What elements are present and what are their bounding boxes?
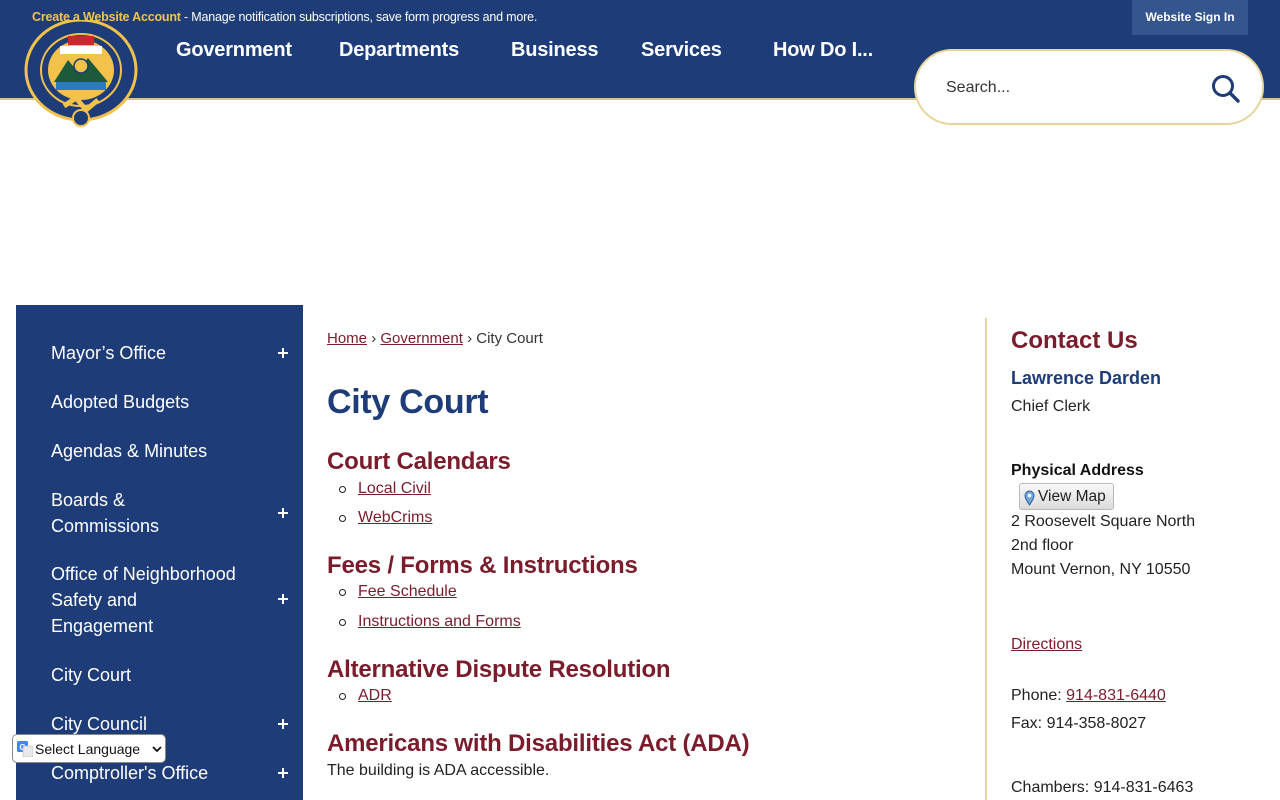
link-instructions-forms[interactable]: Instructions and Forms — [358, 613, 521, 631]
page-title: City Court — [327, 383, 489, 421]
sidebar-item-agendas-minutes[interactable]: Agendas & Minutes — [16, 438, 303, 464]
sidebar-item-label: Agendas & Minutes — [51, 441, 208, 461]
notification-bar: Create a Website Account - Manage notifi… — [0, 0, 1280, 35]
section-heading-adr: Alternative Dispute Resolution — [327, 656, 671, 683]
map-pin-icon — [1024, 489, 1035, 506]
chevron-down-icon — [151, 742, 163, 754]
nav-how-do-i[interactable]: How Do I... — [773, 39, 873, 62]
list-bullet — [339, 589, 346, 596]
site-header: Government Departments Business Services… — [0, 35, 1280, 125]
nav-business[interactable]: Business — [511, 39, 599, 62]
language-select[interactable]: G Select Language — [12, 734, 166, 763]
list-bullet — [339, 619, 346, 626]
directions-row: Directions — [1011, 636, 1082, 654]
city-seal-logo[interactable] — [24, 18, 138, 128]
link-webcrims[interactable]: WebCrims — [358, 509, 432, 527]
sidebar-item-adopted-budgets[interactable]: Adopted Budgets — [16, 389, 303, 415]
address-line-3: Mount Vernon, NY 10550 — [1011, 561, 1191, 578]
expand-plus-icon[interactable] — [275, 345, 291, 361]
contact-role: Chief Clerk — [1011, 398, 1091, 415]
nav-government[interactable]: Government — [176, 39, 292, 62]
notice-message: - Manage notification subscriptions, sav… — [180, 10, 538, 24]
sidebar-item-label: Comptroller's Office — [51, 763, 209, 783]
list-bullet — [339, 486, 346, 493]
fax-text: Fax: 914-358-8027 — [1011, 715, 1147, 732]
expand-plus-icon[interactable] — [275, 765, 291, 781]
language-select-label: Select Language — [35, 741, 141, 757]
search-box — [914, 49, 1264, 125]
sidebar-item-label: Adopted Budgets — [51, 392, 190, 412]
breadcrumb-home[interactable]: Home — [327, 330, 367, 347]
search-input[interactable] — [946, 75, 1196, 101]
section-heading-ada: Americans with Disabilities Act (ADA) — [327, 730, 750, 757]
sidebar-item-label: Mayor’s Office — [51, 343, 167, 363]
sidebar-item-mayors-office[interactable]: Mayor’s Office — [16, 340, 303, 366]
google-translate-icon: G — [17, 741, 34, 758]
phone-link[interactable]: 914-831-6440 — [1066, 687, 1166, 704]
website-sign-in-button[interactable]: Website Sign In — [1132, 0, 1248, 35]
content-divider — [985, 318, 987, 800]
list-bullet — [339, 515, 346, 522]
phone-label: Phone: — [1011, 687, 1067, 704]
sidebar-item-label: City Court — [51, 665, 132, 685]
sidebar-item-label: Office of Neighborhood Safety and Engage… — [51, 564, 236, 636]
address-line-2: 2nd floor — [1011, 537, 1074, 554]
sidebar-item-boards-commissions[interactable]: Boards & Commissions — [16, 487, 303, 539]
sidebar-item-city-court[interactable]: City Court — [16, 662, 303, 688]
expand-plus-icon[interactable] — [275, 716, 291, 732]
sidebar-item-label: Boards & Commissions — [51, 490, 160, 536]
section-heading-fees-forms: Fees / Forms & Instructions — [327, 552, 638, 579]
breadcrumb-current: City Court — [476, 330, 543, 347]
nav-services[interactable]: Services — [641, 39, 722, 62]
address-line-1: 2 Roosevelt Square North — [1011, 513, 1196, 530]
breadcrumb-government[interactable]: Government — [380, 330, 463, 347]
search-icon[interactable] — [1210, 73, 1242, 105]
expand-plus-icon[interactable] — [275, 591, 291, 607]
section-heading-court-calendars: Court Calendars — [327, 448, 511, 475]
contact-title: Contact Us — [1011, 327, 1138, 354]
expand-plus-icon[interactable] — [275, 505, 291, 521]
view-map-label: View Map — [1038, 488, 1106, 505]
chambers-phone: Chambers: 914-831-6463 — [1011, 779, 1194, 796]
sidebar-item-comptrollers-office[interactable]: Comptroller's Office — [16, 760, 303, 786]
sidebar-item-neighborhood-safety[interactable]: Office of Neighborhood Safety and Engage… — [16, 561, 303, 639]
link-adr[interactable]: ADR — [358, 687, 392, 705]
link-local-civil[interactable]: Local Civil — [358, 480, 431, 498]
link-fee-schedule[interactable]: Fee Schedule — [358, 583, 457, 601]
ada-text: The building is ADA accessible. — [327, 762, 550, 779]
view-map-button[interactable]: View Map — [1019, 483, 1114, 510]
breadcrumb-separator: › — [467, 330, 473, 347]
contact-name: Lawrence Darden — [1011, 368, 1162, 388]
address-heading: Physical Address — [1011, 462, 1144, 479]
breadcrumb-separator: › — [371, 330, 377, 347]
sidebar-nav: Mayor’s Office Adopted Budgets Agendas &… — [16, 305, 303, 800]
breadcrumb: Home › Government › City Court — [327, 330, 543, 347]
nav-departments[interactable]: Departments — [339, 39, 459, 62]
list-bullet — [339, 693, 346, 700]
directions-link[interactable]: Directions — [1011, 636, 1082, 653]
phone-row: Phone: 914-831-6440 — [1011, 687, 1166, 705]
